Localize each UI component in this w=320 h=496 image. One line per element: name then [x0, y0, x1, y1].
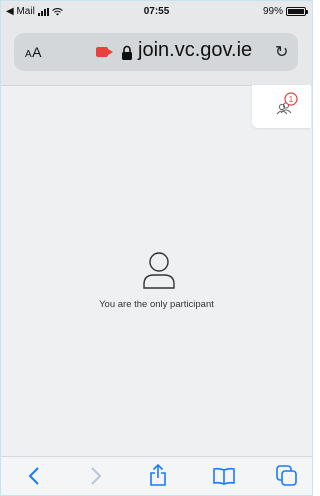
- back-icon[interactable]: [27, 466, 41, 486]
- status-bar: ◀ Mail 07:55 99%: [1, 1, 312, 23]
- text-size-button[interactable]: AA: [25, 44, 42, 60]
- forward-icon[interactable]: [89, 466, 103, 486]
- camera-recording-icon[interactable]: [96, 47, 108, 57]
- browser-toolbar: [1, 456, 312, 495]
- address-bar[interactable]: AA join.vc.gov.ie ↻: [14, 33, 298, 71]
- battery-percent: 99%: [262, 6, 283, 17]
- reload-icon[interactable]: ↻: [275, 42, 288, 62]
- lock-icon: [122, 45, 132, 60]
- participants-icon: 1: [276, 92, 298, 115]
- tabs-icon[interactable]: [276, 465, 298, 487]
- share-icon[interactable]: [149, 463, 167, 487]
- participants-button[interactable]: 1: [252, 85, 311, 128]
- participant-count: 1: [289, 95, 294, 104]
- url-text[interactable]: join.vc.gov.ie: [138, 39, 252, 62]
- battery-icon: [286, 7, 308, 16]
- phone-screen: ◀ Mail 07:55 99% AA join.vc.gov.ie ↻ 1 Y…: [0, 0, 313, 496]
- only-participant-message: You are the only participant: [99, 299, 214, 310]
- person-outline-icon: [143, 252, 175, 289]
- address-bar-area: AA join.vc.gov.ie ↻: [1, 23, 312, 86]
- battery-fill: [288, 9, 304, 14]
- status-right: 99%: [262, 6, 308, 17]
- bookmarks-icon[interactable]: [213, 467, 235, 485]
